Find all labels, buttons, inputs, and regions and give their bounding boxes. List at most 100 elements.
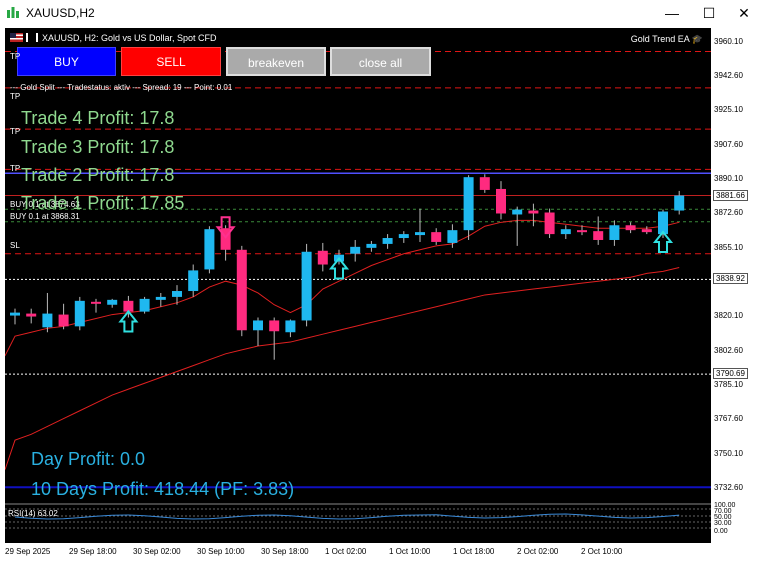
ea-name: Gold Trend EA <box>630 34 690 44</box>
candle-body <box>512 209 523 215</box>
candle-body <box>431 232 442 242</box>
tp-tag: TP <box>10 92 21 101</box>
sell-button[interactable]: SELL <box>121 47 221 76</box>
trade-profit-label: Trade 2 Profit: 17.8 <box>21 165 175 185</box>
price-scale-label: 3890.10 <box>714 173 743 183</box>
sl-tag: SL <box>10 241 20 250</box>
time-scale-label: 2 Oct 10:00 <box>581 547 623 556</box>
ten-day-profit-label: 10 Days Profit: 418.44 (PF: 3.83) <box>31 479 295 499</box>
price-scale[interactable]: 3960.10 3942.60 3925.10 3907.60 3890.10 3872.… <box>711 28 768 543</box>
rsi-scale-label: 30.00 <box>714 520 732 527</box>
candle-body <box>674 195 685 211</box>
symbol-description: XAUUSD, H2: Gold vs US Dollar, Spot CFD <box>42 33 217 43</box>
candle-body <box>42 313 53 328</box>
candle-body <box>560 229 571 235</box>
price-scale-label: 3872.60 <box>714 208 743 218</box>
price-chart[interactable]: XAUUSD, H2: Gold vs US Dollar, Spot CFD … <box>5 28 711 543</box>
candle-body <box>528 210 539 214</box>
tp-tag: TP <box>10 164 21 173</box>
time-scale[interactable]: 29 Sep 2025 29 Sep 18:00 30 Sep 02:00 30 Se… <box>5 543 768 565</box>
fast-moving-average <box>5 219 680 357</box>
candle-body <box>366 243 377 248</box>
price-scale-label: 3785.10 <box>714 380 743 390</box>
graduation-cap-icon: 🎓 <box>691 34 703 44</box>
candle-body <box>301 251 312 321</box>
candle-body <box>58 314 69 327</box>
candle-body <box>269 320 280 332</box>
candle-body <box>496 188 506 214</box>
time-scale-label: 30 Sep 02:00 <box>133 547 181 556</box>
time-scale-label: 29 Sep 2025 <box>5 547 51 556</box>
candle-body <box>139 298 150 312</box>
price-scale-label: 3907.60 <box>714 139 743 149</box>
us-flag-icon <box>10 33 23 42</box>
time-scale-label: 2 Oct 02:00 <box>517 547 559 556</box>
day-profit-label: Day Profit: 0.0 <box>31 449 146 469</box>
rsi-scale-label: 0.00 <box>714 528 728 535</box>
candle-body <box>447 230 458 243</box>
time-scale-label: 1 Oct 02:00 <box>325 547 367 556</box>
price-scale-label: 3820.10 <box>714 311 743 321</box>
price-scale-label: 3942.60 <box>714 70 743 80</box>
candle-body <box>155 296 166 300</box>
bar-chart-icon <box>26 33 38 42</box>
trade-profit-label: Trade 1 Profit: 17.85 <box>21 193 185 213</box>
candle-body <box>577 230 587 233</box>
price-scale-label: 3855.10 <box>714 242 743 252</box>
time-scale-label: 29 Sep 18:00 <box>69 547 117 556</box>
time-scale-label: 1 Oct 10:00 <box>389 547 431 556</box>
trade-profit-label: Trade 4 Profit: 17.8 <box>21 108 175 128</box>
candle-body <box>188 270 199 292</box>
time-scale-label: 30 Sep 10:00 <box>197 547 245 556</box>
symbol-info: XAUUSD, H2: Gold vs US Dollar, Spot CFD <box>10 33 217 43</box>
tp-tag: TP <box>10 127 21 136</box>
chart-app-icon <box>7 7 19 18</box>
candle-body <box>91 301 101 304</box>
candle-body <box>74 300 85 327</box>
time-scale-label: 30 Sep 18:00 <box>261 547 309 556</box>
candle-body <box>463 177 474 231</box>
candle-body <box>26 313 37 317</box>
price-scale-label: 3802.60 <box>714 345 743 355</box>
candle-body <box>253 320 263 331</box>
candle-body <box>479 177 490 190</box>
price-scale-highlight: 3838.92 <box>713 273 748 285</box>
expert-advisor-label[interactable]: Gold Trend EA 🎓 <box>631 34 703 45</box>
rsi-label: RSI(14) 63.02 <box>8 509 58 518</box>
candle-body <box>107 299 118 305</box>
close-all-button[interactable]: close all <box>330 47 431 76</box>
candle-body <box>10 312 20 316</box>
price-scale-label: 3732.60 <box>714 483 743 493</box>
candle-body <box>609 225 620 240</box>
trade-profit-label: Trade 3 Profit: 17.8 <box>21 137 175 157</box>
ea-status-line: --- Gold Split --- Tradestatus: aktiv --… <box>10 83 233 92</box>
maximize-button[interactable]: ☐ <box>694 2 724 24</box>
candle-body <box>204 229 215 270</box>
price-scale-label: 3767.60 <box>714 414 743 424</box>
breakeven-button[interactable]: breakeven <box>226 47 326 76</box>
candle-body <box>593 231 604 240</box>
candle-body <box>398 234 409 239</box>
price-scale-highlight: 3790.69 <box>713 368 748 380</box>
slow-moving-average <box>5 266 680 470</box>
time-scale-label: 1 Oct 18:00 <box>453 547 495 556</box>
window-titlebar: XAUUSD,H2 — ☐ ✕ <box>0 0 768 27</box>
price-scale-label: 3960.10 <box>714 36 743 46</box>
price-scale-highlight: 3881.66 <box>713 189 748 201</box>
candle-body <box>382 238 393 244</box>
buy-button[interactable]: BUY <box>17 47 116 76</box>
close-button[interactable]: ✕ <box>729 2 759 24</box>
minimize-button[interactable]: — <box>657 2 687 24</box>
candle-body <box>172 291 182 297</box>
rsi-line <box>14 513 680 520</box>
price-scale-label: 3925.10 <box>714 105 743 115</box>
window-title: XAUUSD,H2 <box>26 6 95 20</box>
candle-body <box>641 229 652 233</box>
candle-body <box>285 320 296 333</box>
price-scale-label: 3750.10 <box>714 448 743 458</box>
candle-body <box>236 249 247 331</box>
candle-body <box>415 232 425 236</box>
candle-body <box>544 212 555 235</box>
candle-body <box>625 225 636 231</box>
candle-body <box>350 246 361 254</box>
